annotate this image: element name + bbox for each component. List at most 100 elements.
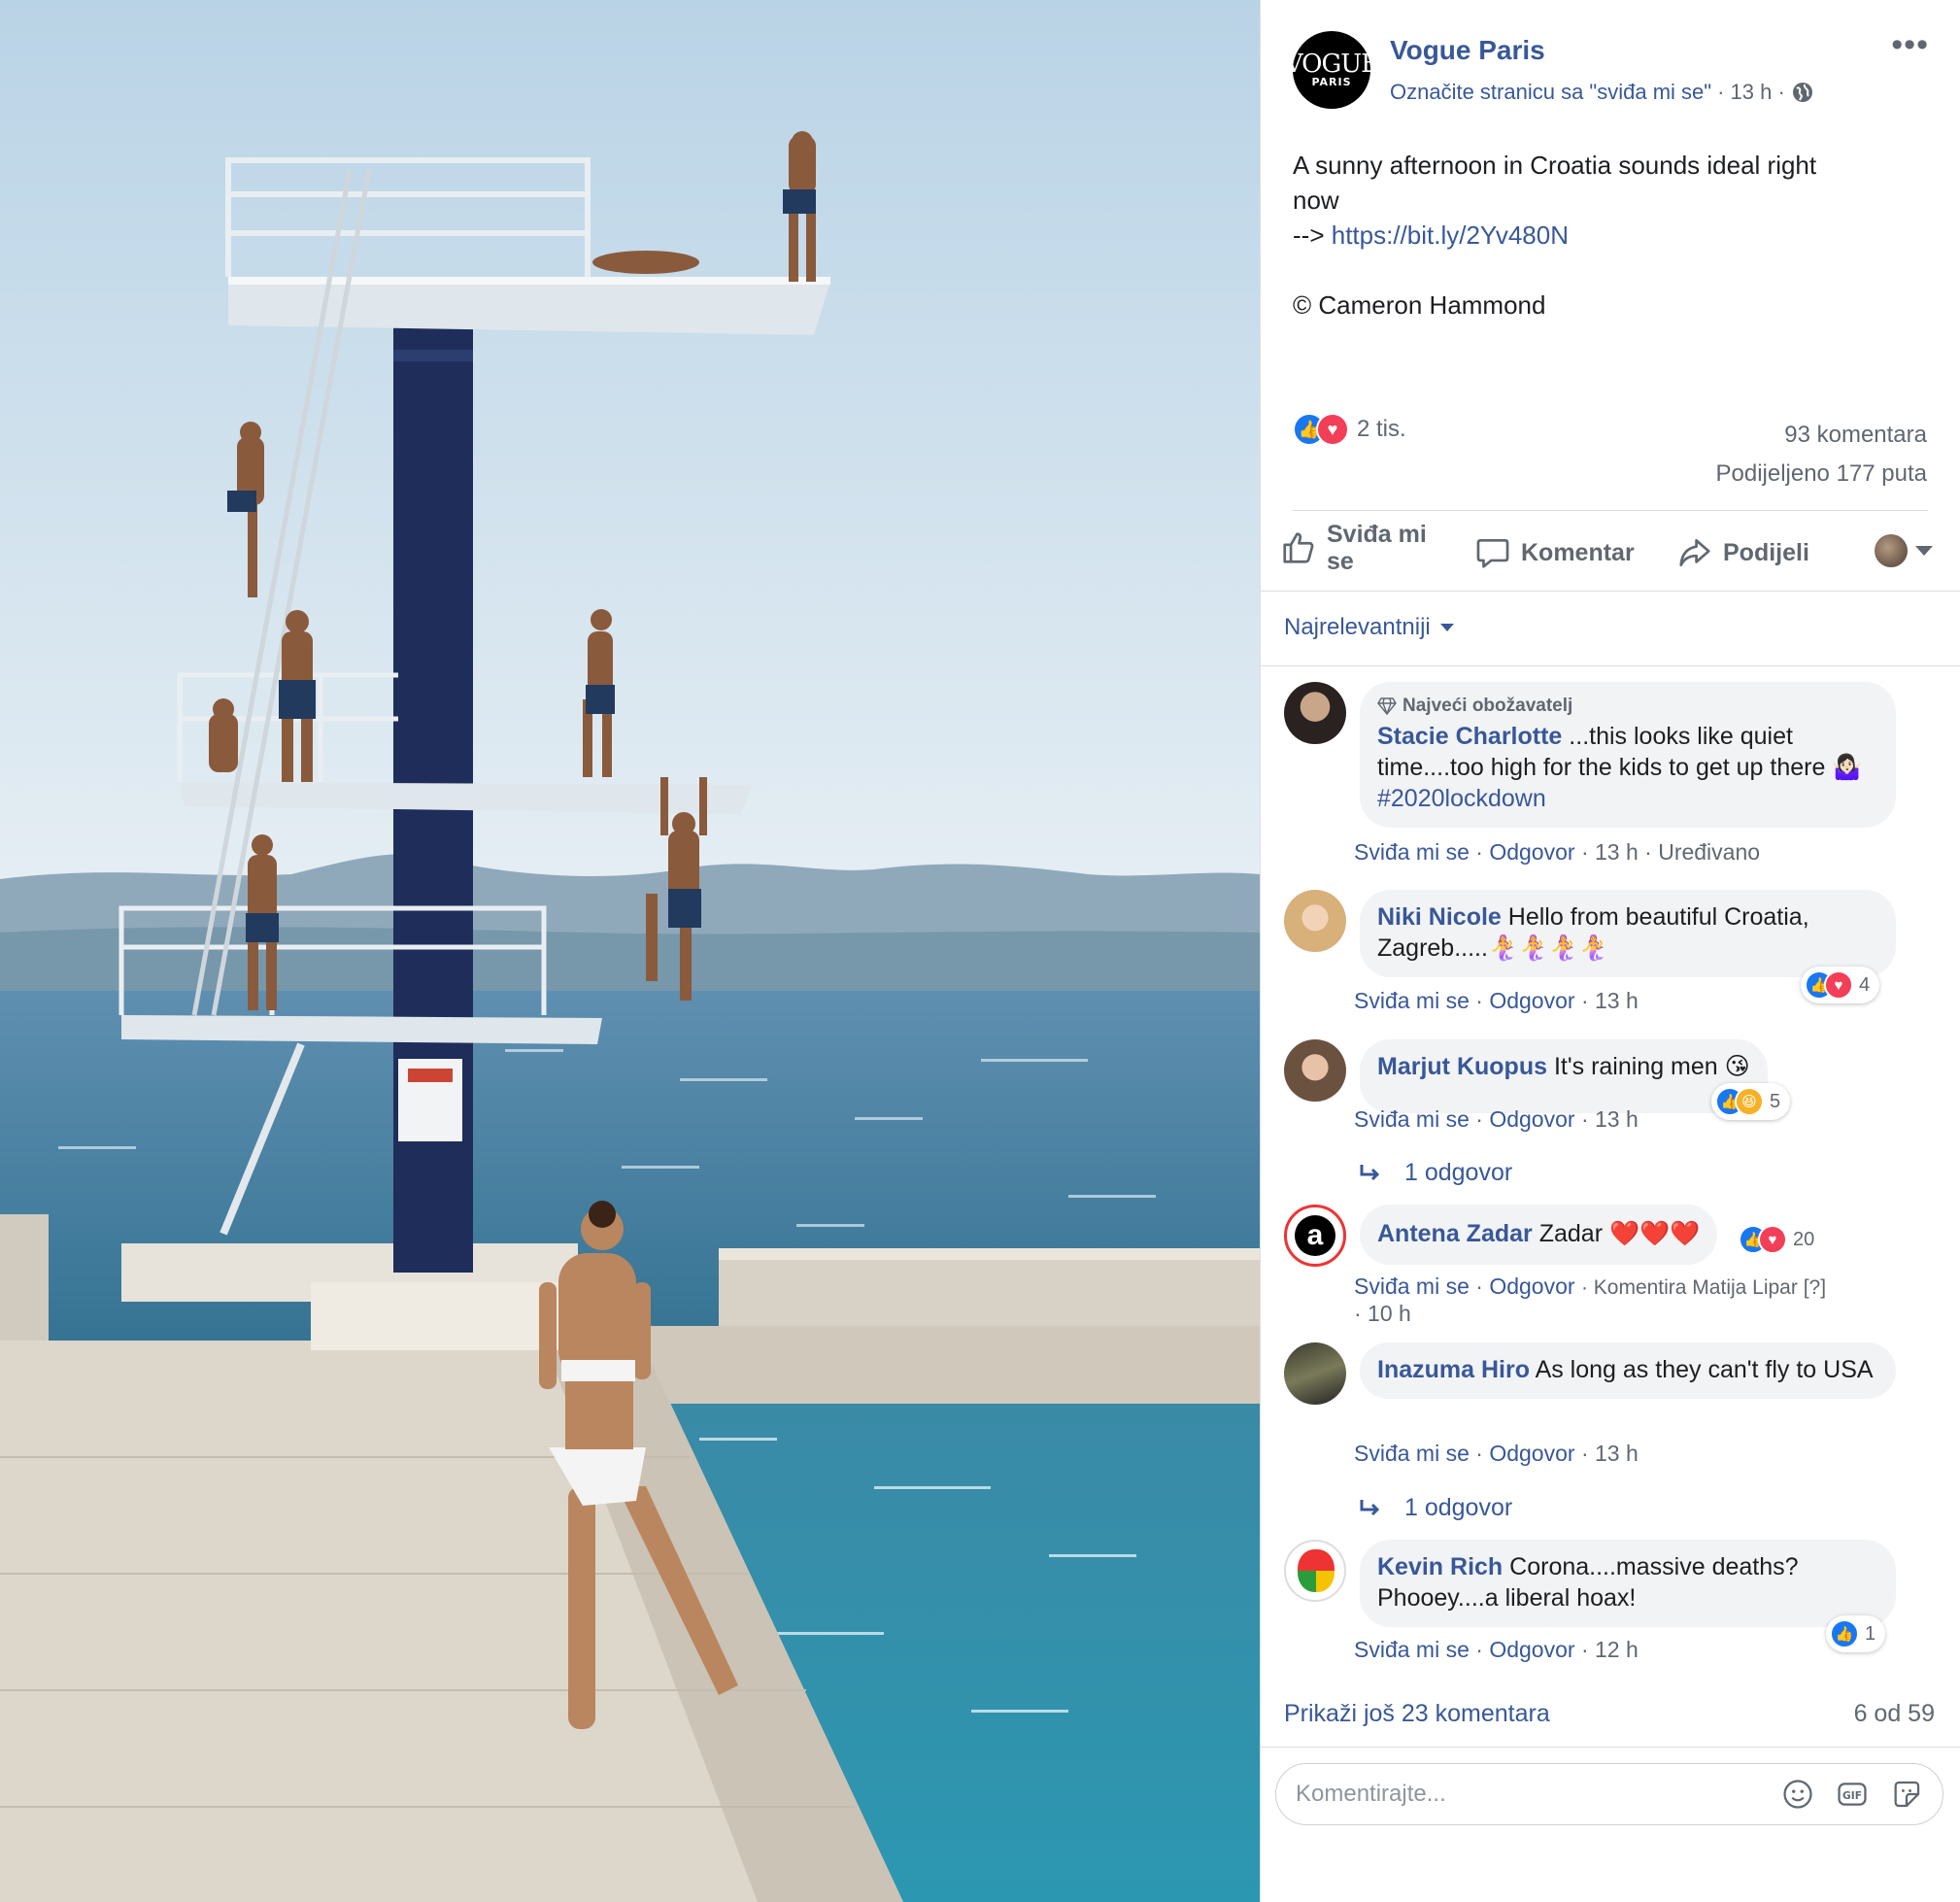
comment-meta: Sviđa mi se · Odgovor · 13 h [1354, 1441, 1639, 1467]
page-avatar[interactable]: VOGUE PARIS [1285, 31, 1379, 109]
haha-reaction-icon: 😆 [1735, 1087, 1764, 1116]
comment-like-link[interactable]: Sviđa mi se [1354, 1441, 1470, 1466]
logo-line1: VOGUE [1284, 49, 1379, 79]
comment-icon [1476, 538, 1509, 568]
comment-time[interactable]: · 12 h [1581, 1637, 1639, 1662]
sort-label: Najrelevantniji [1284, 614, 1431, 640]
comment-reply-link[interactable]: Odgovor [1489, 988, 1574, 1013]
divider [1261, 1747, 1960, 1748]
comment-reactions[interactable]: 👍 1 [1826, 1615, 1886, 1652]
comment-time[interactable]: · 13 h [1581, 1441, 1639, 1466]
comment-button[interactable]: Komentar [1474, 534, 1635, 571]
reply-arrow-icon [1360, 1499, 1380, 1515]
comment-author[interactable]: Inazuma Hiro [1377, 1356, 1530, 1383]
share-count[interactable]: Podijeljeno 177 puta [1715, 455, 1927, 493]
post-photo[interactable] [0, 0, 1260, 1902]
commenter-avatar[interactable] [1284, 1540, 1346, 1602]
comment-meta: Sviđa mi se · Odgovor · 13 h [1354, 1106, 1639, 1133]
comment-reactions[interactable]: 👍 😆 5 [1711, 1083, 1791, 1120]
comment-time[interactable]: · 10 h [1354, 1301, 1411, 1326]
share-icon [1679, 538, 1710, 567]
post-link-line: --> https://bit.ly/2Yv480N [1293, 218, 1934, 253]
logo-line2: PARIS [1311, 75, 1352, 88]
reaction-icons: 👍 ♥ [1739, 1225, 1787, 1254]
antena-logo: a [1295, 1215, 1335, 1256]
globe-icon [1792, 83, 1812, 102]
actor-selector[interactable] [1875, 534, 1933, 567]
comment-like-link[interactable]: Sviđa mi se [1354, 1274, 1470, 1299]
love-reaction-icon: ♥ [1758, 1225, 1787, 1254]
gif-icon[interactable]: GIF [1836, 1778, 1869, 1811]
comment-reply-link[interactable]: Odgovor [1489, 1274, 1574, 1299]
commenter-avatar[interactable] [1284, 682, 1346, 744]
diamond-icon [1377, 697, 1397, 715]
post-time[interactable]: · 13 h · [1717, 80, 1785, 105]
comment-bubble: Najveći obožavatelj Stacie Charlotte ...… [1360, 682, 1896, 828]
commenter-avatar[interactable]: a [1284, 1205, 1346, 1267]
post-arrow: --> [1293, 221, 1325, 250]
post-credit: © Cameron Hammond [1293, 290, 1546, 320]
commented-by[interactable]: · Komentira Matija Lipar [?] [1581, 1276, 1826, 1299]
comment-time[interactable]: · 13 h · [1581, 839, 1652, 865]
like-page-link[interactable]: Označite stranicu sa "sviđa mi se" [1390, 80, 1711, 105]
comment-meta: Sviđa mi se · Odgovor · 13 h · Uređivano [1354, 839, 1760, 866]
comment-bubble: Niki Nicole Hello from beautiful Croatia… [1360, 890, 1896, 977]
comment-like-link[interactable]: Sviđa mi se [1354, 839, 1470, 865]
replies-count: 1 odgovor [1404, 1494, 1513, 1521]
comment-like-link[interactable]: Sviđa mi se [1354, 1106, 1470, 1132]
comment-hashtag[interactable]: #2020lockdown [1377, 785, 1546, 812]
comment-reactions[interactable]: 👍 ♥ 4 [1801, 967, 1880, 1003]
post-link[interactable]: https://bit.ly/2Yv480N [1332, 221, 1569, 250]
comment-edited: Uređivano [1658, 839, 1761, 865]
comment-time[interactable]: · 13 h [1581, 988, 1639, 1013]
comment-count[interactable]: 93 komentara [1715, 416, 1927, 455]
chevron-down-icon [1439, 624, 1454, 631]
comment-sort-dropdown[interactable]: Najrelevantniji [1284, 614, 1454, 641]
sep: · [1475, 1441, 1490, 1466]
commenter-avatar[interactable] [1284, 890, 1346, 952]
comment-author[interactable]: Stacie Charlotte [1377, 723, 1562, 750]
comment-author[interactable]: Antena Zadar [1377, 1220, 1533, 1247]
comment-author[interactable]: Niki Nicole [1377, 903, 1502, 931]
reaction-count: 5 [1770, 1090, 1781, 1112]
comment-reactions[interactable]: 👍 ♥ 20 [1735, 1221, 1824, 1258]
comment-meta: Sviđa mi se · Odgovor · Komentira Matija… [1354, 1274, 1826, 1326]
comment-reply-link[interactable]: Odgovor [1489, 1441, 1574, 1466]
comment-like-link[interactable]: Sviđa mi se [1354, 1637, 1470, 1662]
comment-bubble: Marjut Kuopus It's raining men 😘 [1360, 1039, 1768, 1113]
comment-reply-link[interactable]: Odgovor [1489, 839, 1574, 865]
comment-input[interactable] [1296, 1781, 1781, 1808]
sticker-icon[interactable] [1890, 1778, 1923, 1811]
diving-tower-photo [0, 0, 1260, 1902]
post-subline: Označite stranicu sa "sviđa mi se" · 13 … [1390, 80, 1814, 105]
reaction-count: 20 [1793, 1228, 1815, 1250]
commenter-avatar[interactable] [1284, 1039, 1346, 1102]
view-more-comments-link[interactable]: Prikaži još 23 komentara [1284, 1700, 1550, 1728]
share-button[interactable]: Podijeli [1676, 534, 1809, 571]
chevron-down-icon [1915, 546, 1933, 556]
comment-reply-link[interactable]: Odgovor [1489, 1106, 1574, 1132]
sep: · [1475, 1106, 1490, 1132]
divider [1261, 665, 1960, 666]
reaction-icons: 👍 ♥ [1805, 970, 1853, 1000]
comment-author[interactable]: Kevin Rich [1377, 1553, 1503, 1580]
view-replies-link[interactable]: 1 odgovor [1358, 1494, 1512, 1522]
sep: · [1475, 988, 1490, 1013]
comment-bubble: Inazuma Hiro As long as they can't fly t… [1360, 1342, 1896, 1399]
comment-label: Komentar [1521, 538, 1635, 566]
view-replies-link[interactable]: 1 odgovor [1358, 1159, 1512, 1187]
reactions-summary[interactable]: 👍 ♥ 2 tis. [1293, 413, 1406, 446]
reaction-count: 4 [1859, 973, 1871, 996]
emoji-icon[interactable] [1781, 1778, 1814, 1811]
replies-count: 1 odgovor [1404, 1159, 1513, 1186]
comment-reply-link[interactable]: Odgovor [1489, 1637, 1574, 1662]
like-button[interactable]: Sviđa mi se [1280, 521, 1434, 575]
commenter-avatar[interactable] [1284, 1342, 1346, 1405]
post-stats: 93 komentara Podijeljeno 177 puta [1715, 416, 1927, 493]
more-options-icon[interactable]: ••• [1891, 28, 1929, 61]
comment-like-link[interactable]: Sviđa mi se [1354, 988, 1470, 1013]
page-name[interactable]: Vogue Paris [1390, 35, 1545, 66]
comment-time[interactable]: · 13 h [1581, 1106, 1639, 1132]
comment-author[interactable]: Marjut Kuopus [1377, 1053, 1547, 1080]
badge-label: Najveći obožavatelj [1402, 696, 1573, 716]
